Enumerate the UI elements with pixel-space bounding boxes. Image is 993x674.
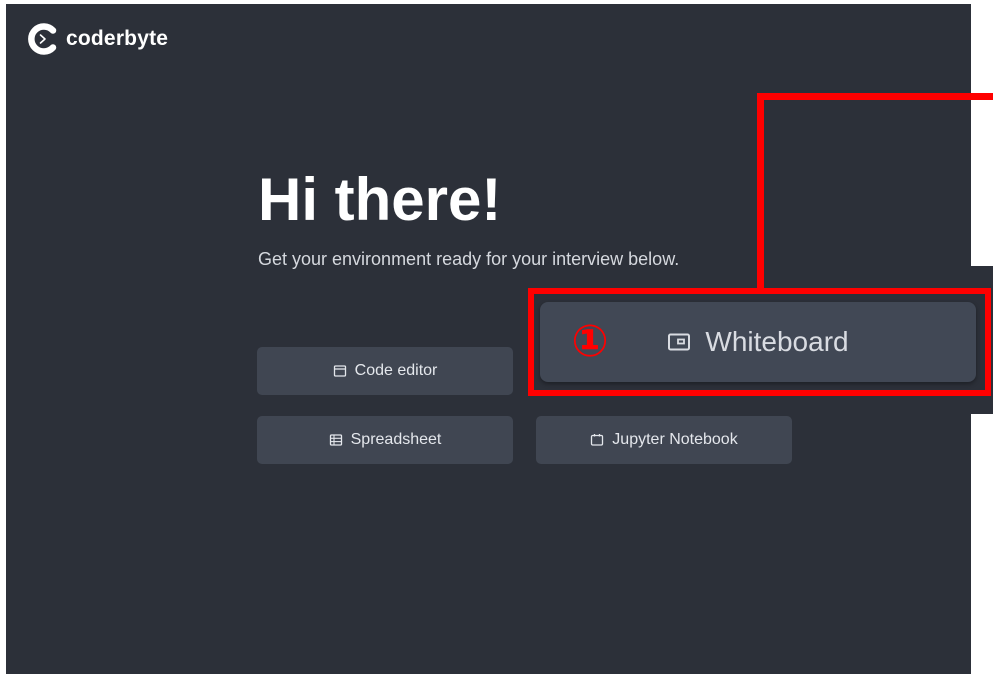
- notebook-icon: [591, 434, 604, 446]
- coderbyte-logo-icon: [28, 23, 57, 55]
- spreadsheet-label: Spreadsheet: [350, 431, 442, 448]
- spreadsheet-button[interactable]: Spreadsheet: [257, 416, 513, 464]
- annotation-line-vertical: [757, 93, 764, 289]
- table-icon: [329, 434, 342, 446]
- jupyter-notebook-label: Jupyter Notebook: [612, 431, 738, 448]
- step-number-marker: ①: [571, 317, 609, 366]
- code-editor-label: Code editor: [354, 362, 438, 379]
- jupyter-notebook-button[interactable]: Jupyter Notebook: [536, 416, 792, 464]
- page-title: Hi there!: [258, 166, 502, 233]
- annotation-line-horizontal: [757, 93, 993, 100]
- brand-logo[interactable]: coderbyte: [26, 22, 168, 56]
- brand-name: coderbyte: [66, 27, 169, 50]
- window-icon: [333, 365, 346, 377]
- code-editor-button[interactable]: Code editor: [257, 347, 513, 395]
